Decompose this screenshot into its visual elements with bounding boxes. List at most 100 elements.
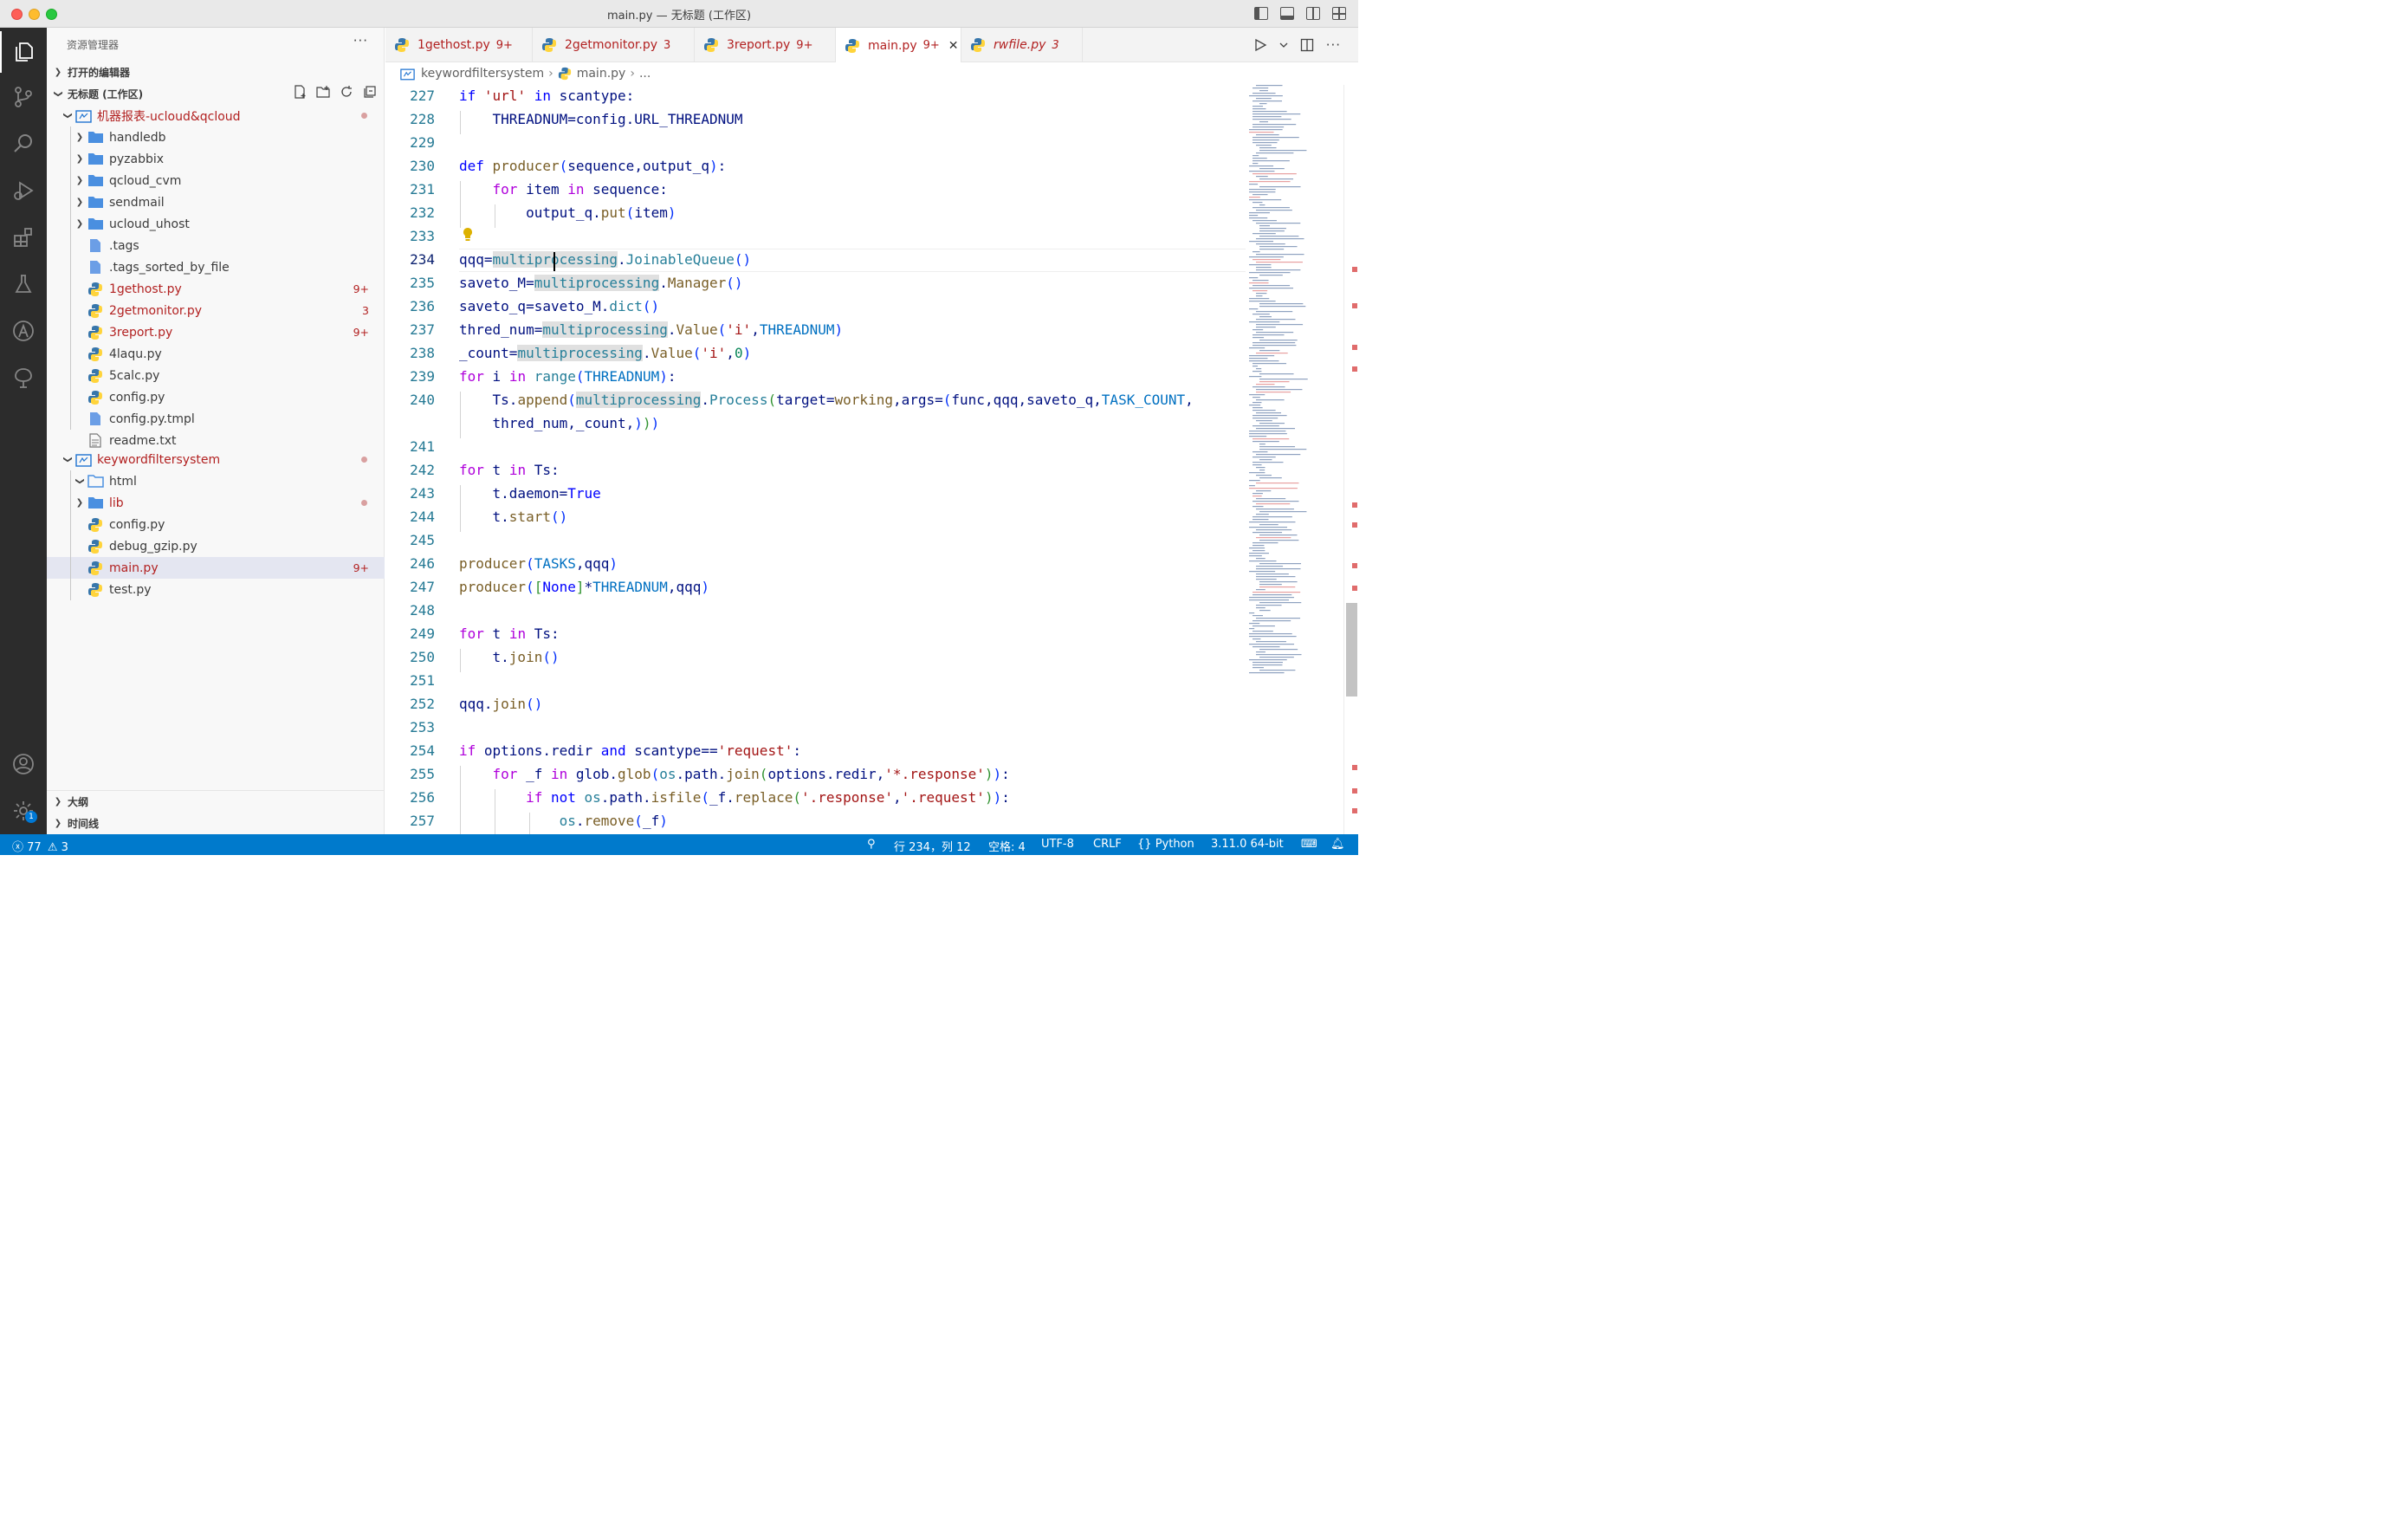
line-number: 255 (410, 766, 435, 782)
tab-rwfile-preview[interactable]: rwfile.py 3 (961, 28, 1083, 62)
split-editor-icon[interactable] (1300, 38, 1314, 52)
tree-label: 2getmonitor.py (109, 303, 203, 318)
timeline-section[interactable]: ❯ 时间线 (47, 813, 385, 833)
tree-row-root-2[interactable]: ❯ keywordfiltersystem (47, 449, 385, 470)
notifications-bell-icon[interactable]: 🔔︎ (1330, 838, 1345, 851)
tree-row-folder[interactable]: ❯ html (47, 470, 385, 492)
run-python-file-icon[interactable] (1253, 38, 1267, 52)
minimap[interactable] (1248, 85, 1343, 834)
tab-1gethost[interactable]: 1gethost.py 9+ (385, 28, 533, 62)
vertical-scrollbar[interactable] (1343, 85, 1358, 834)
customize-layout-icon[interactable] (1332, 7, 1346, 20)
tree-row-file[interactable]: 1gethost.py 9+ (47, 278, 385, 300)
tree-row-file[interactable]: .tags (47, 235, 385, 256)
code-editor[interactable]: 227 228 229 230 231 232 233 234 235 236 237 238 239 2… (385, 85, 1358, 834)
code-line: saveto_M=multiprocessing.Manager() (459, 275, 743, 291)
tree-row-folder[interactable]: ❯ handledb (47, 126, 385, 148)
tree-view-icon[interactable] (0, 357, 47, 398)
explorer-sidebar: 资源管理器 ··· ❯ 打开的编辑器 ❯ 无标题 (工作区) ❯ 机器报表-uc… (47, 28, 385, 834)
workspace-section[interactable]: ❯ 无标题 (工作区) (47, 83, 385, 104)
settings-gear-icon[interactable] (0, 790, 47, 832)
indentation-setting[interactable]: 空格: 4 (988, 838, 1026, 854)
new-folder-icon[interactable] (315, 84, 331, 100)
tree-row-file[interactable]: 3report.py 9+ (47, 321, 385, 343)
outline-label: 大纲 (68, 795, 89, 808)
tree-row-file-selected[interactable]: main.py 9+ (47, 557, 385, 579)
tree-label: config.py (109, 390, 165, 405)
tree-row-file[interactable]: .tags_sorted_by_file (47, 256, 385, 278)
chevron-right-icon: › (548, 67, 553, 81)
code-line: if not os.path.isfile(_f.replace('.respo… (526, 789, 1010, 806)
problems-indicator[interactable]: ⓧ 77 ⚠ 3 (12, 838, 68, 854)
tree-row-folder[interactable]: ❯ lib (47, 492, 385, 514)
tree-row-file[interactable]: config.py.tmpl (47, 408, 385, 430)
tree-label: 1gethost.py (109, 282, 182, 296)
accounts-icon[interactable] (0, 743, 47, 785)
problem-count-badge: 3 (362, 304, 369, 317)
outline-section[interactable]: ❯ 大纲 (47, 791, 385, 812)
breadcrumb-symbols[interactable]: ... (639, 67, 651, 81)
tree-row-file[interactable]: debug_gzip.py (47, 535, 385, 557)
tree-row-folder[interactable]: ❯ pyzabbix (47, 148, 385, 170)
language-mode[interactable]: {} Python (1137, 838, 1194, 851)
tab-main-active[interactable]: main.py 9+ ✕ (836, 28, 961, 63)
run-debug-icon[interactable] (0, 170, 47, 211)
toggle-panel-icon[interactable] (1280, 7, 1294, 20)
feedback-icon[interactable]: ⌨ (1301, 838, 1317, 851)
source-control-icon[interactable] (0, 76, 47, 118)
python-file-icon (87, 303, 104, 319)
file-encoding[interactable]: UTF-8 (1041, 838, 1074, 851)
collapse-folders-icon[interactable] (362, 84, 378, 100)
code-line: for item in sequence: (492, 181, 668, 198)
tree-row-file[interactable]: test.py (47, 579, 385, 600)
more-actions-icon[interactable]: ··· (353, 33, 368, 49)
scrollbar-thumb[interactable] (1346, 603, 1357, 696)
run-options-chevron-down-icon[interactable] (1279, 41, 1288, 49)
remote-explorer-icon[interactable] (0, 310, 47, 352)
testing-icon[interactable] (0, 263, 47, 305)
python-file-icon (87, 560, 104, 576)
line-number: 241 (410, 438, 435, 455)
toggle-primary-sidebar-icon[interactable] (1254, 7, 1268, 20)
error-marker (1352, 345, 1357, 350)
text-cursor (553, 252, 555, 271)
breadcrumb-file[interactable]: main.py (577, 67, 626, 81)
tree-row-file[interactable]: config.py (47, 514, 385, 535)
toggle-secondary-sidebar-icon[interactable] (1306, 7, 1320, 20)
more-editor-actions-icon[interactable]: ··· (1326, 37, 1341, 53)
status-bar: ⓧ 77 ⚠ 3 ⚲ 行 234，列 12 空格: 4 UTF-8 CRLF {… (0, 834, 1358, 855)
cursor-position[interactable]: 行 234，列 12 (894, 838, 971, 854)
close-tab-icon[interactable]: ✕ (948, 39, 959, 53)
tree-row-folder[interactable]: ❯ ucloud_uhost (47, 213, 385, 235)
search-icon[interactable] (0, 123, 47, 165)
lightbulb-icon[interactable] (462, 227, 474, 245)
tree-row-file[interactable]: config.py (47, 386, 385, 408)
code-line: Ts.append(multiprocessing.Process(target… (459, 392, 1194, 408)
extensions-icon[interactable] (0, 217, 47, 258)
breadcrumb-folder[interactable]: keywordfiltersystem (421, 67, 544, 81)
new-file-icon[interactable] (292, 84, 307, 100)
open-editors-section[interactable]: ❯ 打开的编辑器 (47, 62, 385, 82)
tree-row-folder[interactable]: ❯ qcloud_cvm (47, 170, 385, 191)
line-number: 236 (410, 298, 435, 314)
live-share-icon[interactable]: ⚲ (867, 838, 876, 851)
line-number: 229 (410, 134, 435, 151)
error-marker (1352, 765, 1357, 770)
python-interpreter[interactable]: 3.11.0 64-bit (1211, 838, 1284, 851)
python-file-icon (971, 38, 985, 52)
code-line: output_q.put(item) (459, 204, 676, 221)
tree-row-file[interactable]: 4laqu.py (47, 343, 385, 365)
file-icon (87, 260, 104, 275)
tab-2getmonitor[interactable]: 2getmonitor.py 3 (533, 28, 695, 62)
line-number: 239 (410, 368, 435, 385)
error-marker (1352, 522, 1357, 528)
tab-3report[interactable]: 3report.py 9+ (695, 28, 836, 62)
tree-row-file[interactable]: 2getmonitor.py 3 (47, 300, 385, 321)
end-of-line[interactable]: CRLF (1093, 838, 1122, 851)
tree-row-folder[interactable]: ❯ sendmail (47, 191, 385, 213)
tree-row-root-1[interactable]: ❯ 机器报表-ucloud&qcloud (47, 105, 385, 126)
tree-row-file[interactable]: 5calc.py (47, 365, 385, 386)
explorer-icon[interactable] (0, 31, 47, 73)
python-file-icon (87, 368, 104, 384)
refresh-explorer-icon[interactable] (339, 84, 354, 100)
